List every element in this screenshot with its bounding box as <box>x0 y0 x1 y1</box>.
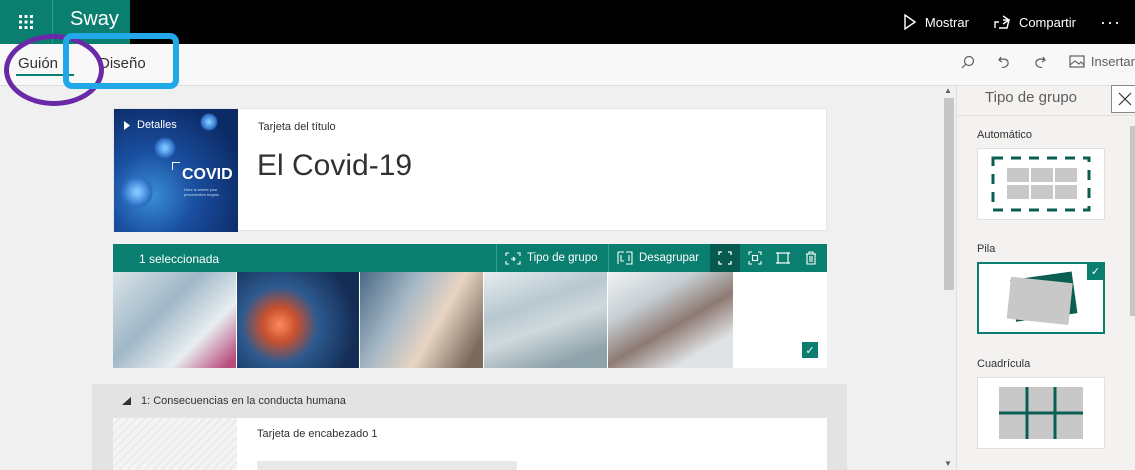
redo-icon[interactable] <box>1033 55 1047 69</box>
selected-check-icon: ✓ <box>1087 263 1104 280</box>
details-toggle[interactable]: Detalles <box>124 119 177 131</box>
scroll-up-arrow-icon[interactable]: ▲ <box>944 86 952 95</box>
fit-icon[interactable] <box>740 244 770 272</box>
heading-card-type-label: Tarjeta de encabezado 1 <box>257 428 378 440</box>
virus-graphic <box>120 175 154 209</box>
ungroup-button[interactable]: Desagrupar <box>608 244 707 272</box>
patient-care-photo[interactable] <box>608 272 733 368</box>
selection-count: 1 seleccionada <box>139 252 220 266</box>
automatic-layout-icon <box>991 156 1091 212</box>
group-type-panel: Tipo de grupo Automático Pila ✓ Cuadrícu… <box>956 85 1135 470</box>
share-label: Compartir <box>1018 14 1077 30</box>
panel-divider <box>957 115 1135 116</box>
focus-icon[interactable] <box>710 244 740 272</box>
more-options-button[interactable]: ··· <box>1100 12 1121 33</box>
share-icon <box>994 15 1011 29</box>
heading-card-thumbnail[interactable] <box>113 418 237 470</box>
group-type-icon <box>505 251 521 265</box>
panel-scrollbar-thumb[interactable] <box>1130 126 1135 316</box>
hospital-worker-photo[interactable] <box>484 272 607 368</box>
ungroup-icon <box>617 251 633 265</box>
cover-text: COVID <box>182 166 233 183</box>
test-swab-photo[interactable] <box>360 272 483 368</box>
scroll-down-arrow-icon[interactable]: ▼ <box>944 459 952 468</box>
close-icon <box>1118 92 1132 106</box>
option-automatic[interactable] <box>977 148 1105 220</box>
stack-layout-icon <box>1006 271 1078 326</box>
caret-right-icon <box>124 120 130 130</box>
group-type-label: Tipo de grupo <box>527 252 598 264</box>
section-header-label: 1: Consecuencias en la conducta humana <box>141 395 346 407</box>
option-stack[interactable]: ✓ <box>977 262 1105 334</box>
group-toolbar: 1 seleccionada Tipo de grupo Desagrupar <box>113 244 827 272</box>
option-label-stack: Pila <box>977 243 996 255</box>
delete-icon[interactable] <box>796 244 826 272</box>
option-label-automatic: Automático <box>977 129 1033 141</box>
virus-graphic <box>200 113 218 131</box>
grid-layout-icon <box>999 387 1083 439</box>
heading-card[interactable]: Tarjeta de encabezado 1 <box>113 418 827 470</box>
virus-graphic <box>154 137 176 159</box>
heading-card-title-placeholder[interactable] <box>257 461 517 470</box>
search-icon[interactable] <box>961 55 975 69</box>
canvas-scrollbar-thumb[interactable] <box>944 98 954 290</box>
group-type-button[interactable]: Tipo de grupo <box>496 244 606 272</box>
caret-collapse-icon <box>122 397 131 405</box>
cover-subtext: Here is where your presentation begins <box>184 187 219 197</box>
fill-icon[interactable] <box>768 244 798 272</box>
group-card[interactable]: 1 seleccionada Tipo de grupo Desagrupar … <box>113 244 827 368</box>
checkbox-checked-icon[interactable]: ✓ <box>802 342 818 358</box>
close-panel-button[interactable] <box>1111 85 1135 113</box>
title-card-cover-image[interactable]: COVID Here is where your presentation be… <box>114 109 238 232</box>
title-card[interactable]: COVID Here is where your presentation be… <box>113 108 827 232</box>
virus-photo[interactable] <box>237 272 359 368</box>
insert-label: Insertar <box>1090 54 1135 69</box>
cover-bracket-decoration <box>172 162 180 170</box>
card-type-label: Tarjeta del título <box>258 121 336 133</box>
panel-title: Tipo de grupo <box>985 89 1078 106</box>
share-button[interactable]: Compartir <box>993 14 1076 30</box>
details-label: Detalles <box>137 119 177 131</box>
undo-icon[interactable] <box>997 55 1011 69</box>
play-icon <box>904 14 917 30</box>
app-name: Sway <box>70 8 119 30</box>
card-title[interactable]: El Covid-19 <box>257 149 412 183</box>
play-button[interactable]: Mostrar <box>903 14 969 30</box>
annotation-highlight-rectangle <box>63 33 179 89</box>
insert-button[interactable]: Insertar <box>1069 54 1135 69</box>
ungroup-label: Desagrupar <box>639 252 700 264</box>
medical-staff-photo[interactable] <box>113 272 236 368</box>
section-header[interactable]: 1: Consecuencias en la conducta humana <box>122 395 346 407</box>
option-grid[interactable] <box>977 377 1105 449</box>
play-label: Mostrar <box>924 14 969 30</box>
option-label-grid: Cuadrícula <box>977 358 1031 370</box>
image-icon <box>1069 55 1085 68</box>
